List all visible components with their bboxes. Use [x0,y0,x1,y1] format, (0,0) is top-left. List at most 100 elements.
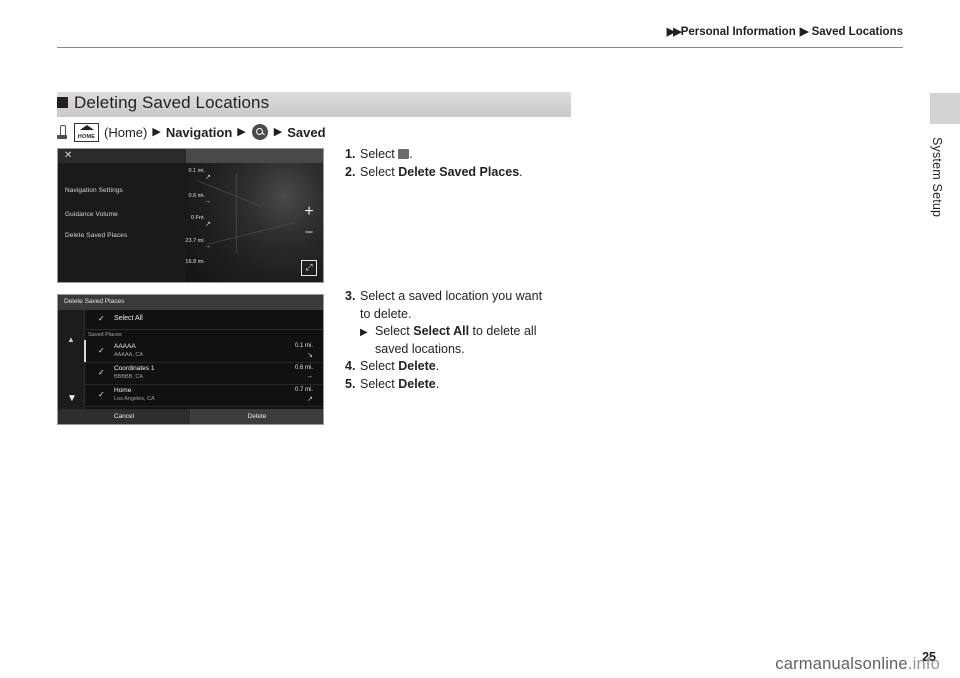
select-all-label: Select All [114,315,143,322]
screenshot2-titlebar: Delete Saved Places [58,295,323,310]
substep-target-label: Select All [413,324,470,338]
step-text: Select [360,359,395,373]
screenshot-delete-saved-places: Delete Saved Places ▲ ▼ ✓ Select All Sav… [57,294,324,425]
list-item-subtitle: BBBBB, CA [114,374,144,380]
instruction-step-1: 1. Select . [345,146,605,164]
instruction-step-2: 2. Select Delete Saved Places. [345,164,605,182]
turn-arrow-icon: → [204,243,211,250]
substep-text-line2: saved locations. [375,341,465,356]
route-distance: 0 Fnt. [190,215,205,221]
step-target-label: Delete Saved Places [398,164,520,179]
step-period: . [435,359,440,373]
route-distance: 0.6 mi. [188,193,205,199]
step-text-line2: to delete. [360,306,412,321]
menu-item-navigation-settings[interactable]: Navigation Settings [65,187,123,194]
instruction-step-4: 4. Select Delete. [345,358,610,376]
navigation-path: HOME (Home) ▶ Navigation ▶ ▶ Saved [57,122,326,142]
home-roof-shape [79,125,94,130]
list-item[interactable]: ✓ AAAAA AAAAA, CA 0.1 mi. ↘ [84,340,323,363]
navpath-home-text: (Home) [104,124,148,140]
step-period: . [519,164,523,179]
list-item[interactable]: ✓ Coordinates 1 BBBBB, CA 0.6 mi. → [84,362,323,385]
zoom-in-icon[interactable]: + [302,204,316,220]
home-icon-label: HOME [77,134,96,140]
checkmark-icon: ✓ [98,346,105,355]
list-item-distance: 0.7 mi. [294,387,313,393]
step-target-label: Delete [398,359,436,373]
step-period: . [409,147,413,161]
turn-arrow-icon: ↗ [205,221,211,228]
direction-arrow-icon: ↗ [307,396,313,403]
fullscreen-icon[interactable]: ⤢ [301,260,317,276]
step-number: 3. [345,289,356,303]
delete-button[interactable]: Delete [191,409,323,424]
menu-item-guidance-volume[interactable]: Guidance Volume [65,211,118,218]
scroll-up-icon[interactable]: ▲ [67,335,75,344]
step-period: . [435,376,440,391]
screenshot1-topbar-fill [186,149,323,163]
instruction-substep: ▶ Select Select All to delete all saved l… [345,323,610,358]
instructions-group-2: 3. Select a saved location you want to de… [345,288,610,393]
substep-arrow-icon: ▶ [360,327,368,338]
hand-pointer-icon [57,124,67,140]
scroll-down-icon[interactable]: ▼ [67,393,77,404]
breadcrumb-item-saved-locations: Saved Locations [811,26,903,38]
breadcrumb-separator-icon: ▶ [799,26,809,38]
list-item-distance: 0.6 mi. [294,365,313,371]
home-button-icon: HOME [74,122,99,142]
instructions-group-1: 1. Select . 2. Select Delete Saved Places. [345,146,605,181]
screenshot-navigation-settings: ✕ Navigation Settings Guidance Volume De… [57,148,324,283]
step-number: 1. [345,147,356,161]
checkmark-icon: ✓ [98,368,105,377]
page-header: ▶▶Personal Information ▶ Saved Locations [57,18,903,48]
step-number: 2. [345,164,356,179]
step-target-label: Delete [398,376,436,391]
screenshot2-button-row: Cancel Delete [58,409,323,424]
list-item-subtitle: Los Angeles, CA [114,396,155,402]
step-text: Select [360,147,395,161]
page-title: Deleting Saved Locations [74,93,270,112]
navpath-arrow-icon-2: ▶ [237,125,246,138]
watermark-suffix: .info [907,655,940,673]
route-distance: 23.7 mi. [185,238,205,244]
turn-arrow-icon: ↗ [205,174,211,181]
cancel-button[interactable]: Cancel [58,409,191,424]
list-item-subtitle: AAAAA, CA [114,352,144,358]
step-text-line1: Select a saved location you want [360,289,543,303]
list-item-name: Coordinates 1 [114,365,155,372]
breadcrumb-arrows: ▶▶ [666,26,682,38]
navpath-saved: Saved [287,124,326,140]
route-distance: 0.1 mi. [188,168,205,174]
breadcrumb: ▶▶Personal Information ▶ Saved Locations [667,24,903,38]
checkmark-icon: ✓ [98,314,105,323]
direction-arrow-icon: ↘ [307,352,313,359]
header-rule [57,47,903,48]
instruction-step-5: 5. Select Delete. [345,376,610,394]
map-road-line [207,222,295,245]
list-item-name: AAAAA [114,343,136,350]
menu-item-delete-saved-places[interactable]: Delete Saved Places [65,232,127,239]
side-tab-marker [930,93,960,124]
turn-arrow-icon: → [204,198,211,205]
map-road-line [236,173,237,253]
navpath-navigation: Navigation [165,124,233,140]
step-text: Select [360,164,395,179]
section-bullet-icon [57,97,68,108]
list-item[interactable]: ✓ Home Los Angeles, CA 0.7 mi. ↗ [84,384,323,407]
watermark-main: carmanualsonline [775,655,908,673]
zoom-out-icon[interactable]: − [302,225,316,241]
step-number: 4. [345,359,356,373]
screenshot2-scroll-rail[interactable]: ▲ ▼ [58,310,85,409]
watermark: carmanualsonline.info [775,655,940,674]
substep-text-1: Select [375,324,410,338]
direction-arrow-icon: → [306,373,313,380]
search-icon [251,124,268,140]
select-all-row[interactable]: ✓ Select All [84,310,323,330]
checkmark-icon: ✓ [98,390,105,399]
breadcrumb-item-personal-information: Personal Information [680,26,796,38]
close-icon[interactable]: ✕ [64,151,72,161]
step-number: 5. [345,376,356,391]
screenshot2-title: Delete Saved Places [64,298,125,305]
side-section-label: System Setup [930,137,944,218]
saved-places-group-label: Saved Places [88,332,122,338]
